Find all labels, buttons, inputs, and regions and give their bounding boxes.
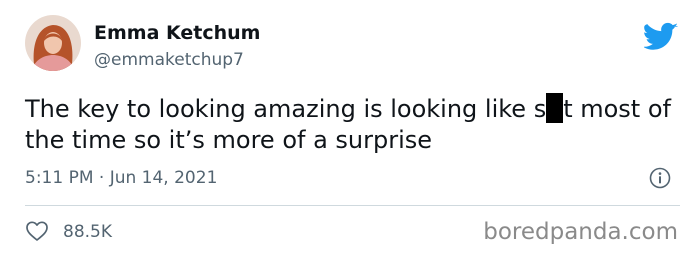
avatar[interactable] — [25, 15, 81, 71]
tweet-text-part-1: The key to looking amazing is looking li… — [25, 95, 547, 123]
redaction-block — [546, 93, 564, 123]
author-name[interactable]: Emma Ketchum — [94, 21, 260, 45]
author-handle[interactable]: @emmaketchup7 — [94, 49, 244, 71]
watermark: boredpanda.com — [483, 219, 678, 245]
divider — [25, 205, 680, 206]
tweet-text: The key to looking amazing is looking li… — [25, 93, 675, 156]
tweet-timestamp[interactable]: 5:11 PM · Jun 14, 2021 — [25, 167, 217, 189]
info-icon[interactable] — [649, 167, 671, 189]
twitter-bird-icon[interactable] — [642, 22, 679, 50]
like-count: 88.5K — [63, 222, 112, 242]
heart-icon[interactable] — [25, 220, 49, 242]
